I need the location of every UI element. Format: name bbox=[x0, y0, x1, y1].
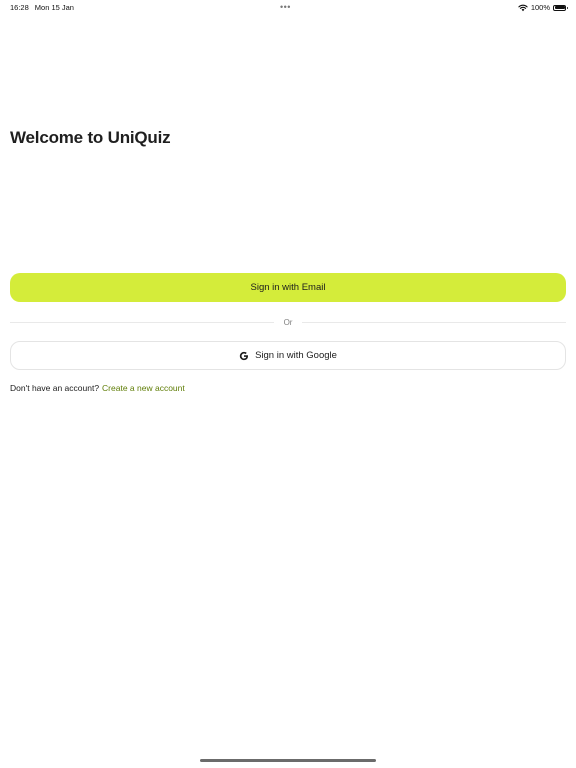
google-g-icon bbox=[239, 351, 249, 361]
sign-in-email-button[interactable]: Sign in with Email bbox=[10, 273, 566, 302]
google-button-label: Sign in with Google bbox=[255, 350, 337, 361]
battery-percent: 100% bbox=[530, 3, 550, 12]
sign-in-google-button[interactable]: Sign in with Google bbox=[10, 341, 566, 370]
divider-line-right bbox=[302, 321, 567, 323]
page-title: Welcome to UniQuiz bbox=[10, 128, 171, 147]
multitasking-dots[interactable]: ••• bbox=[280, 2, 291, 12]
status-right: 100% bbox=[518, 3, 568, 12]
status-time: 16:28 bbox=[10, 3, 29, 12]
create-account-link[interactable]: Create a new account bbox=[102, 383, 185, 393]
home-indicator[interactable] bbox=[200, 759, 376, 762]
status-date: Mon 15 Jan bbox=[34, 3, 74, 12]
divider-line-left bbox=[10, 321, 274, 323]
battery-icon bbox=[553, 4, 568, 11]
divider-text: Or bbox=[283, 317, 293, 327]
status-left: 16:28 Mon 15 Jan bbox=[10, 3, 74, 12]
signup-prompt: Don't have an account? bbox=[10, 383, 100, 393]
or-divider: Or bbox=[10, 315, 567, 329]
status-bar: 16:28 Mon 15 Jan ••• 100% bbox=[0, 0, 576, 14]
signup-row: Don't have an account? Create a new acco… bbox=[10, 383, 185, 393]
wifi-icon bbox=[518, 4, 528, 12]
